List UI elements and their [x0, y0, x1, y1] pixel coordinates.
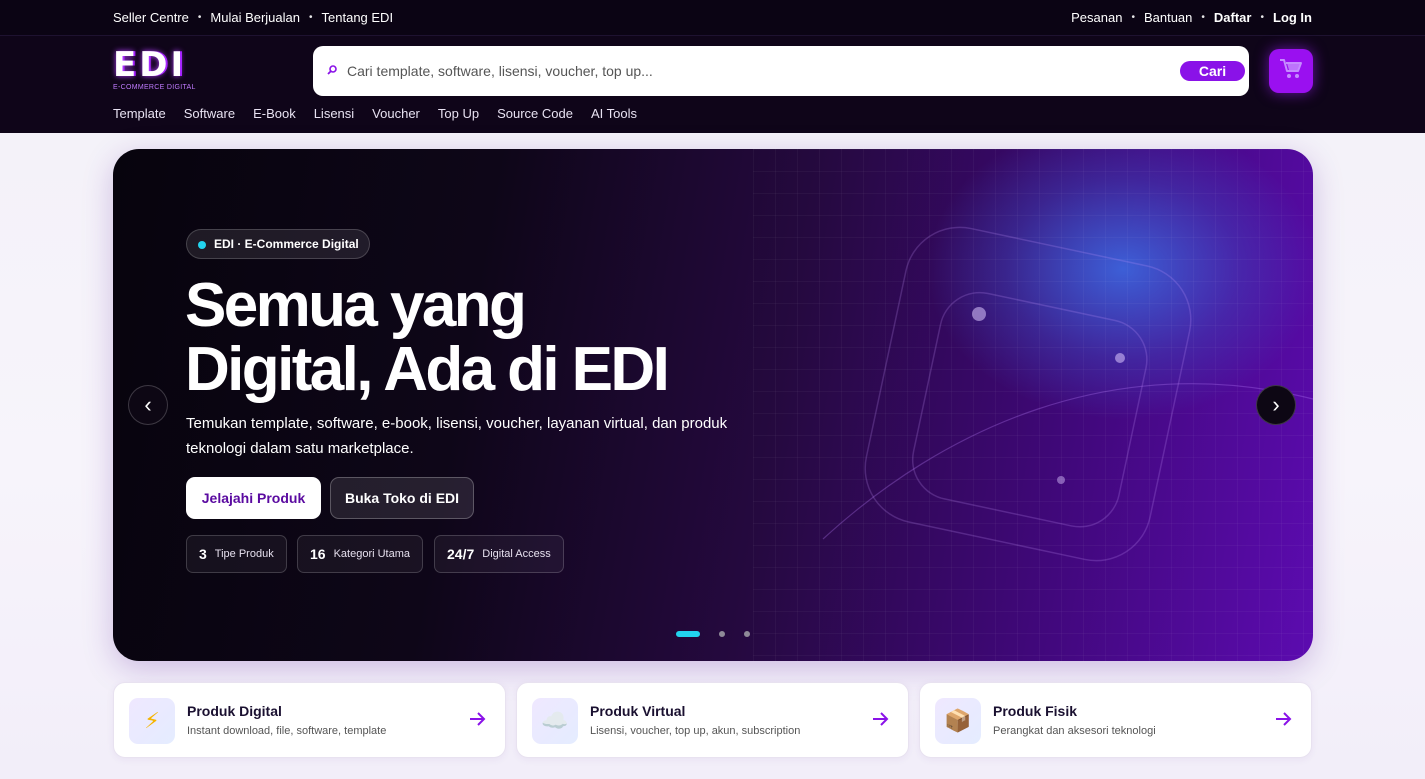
carousel-indicators: [676, 631, 769, 637]
stat-number: 16: [310, 546, 326, 562]
arrow-right-icon: [469, 709, 486, 732]
chevron-right-icon: ›: [1272, 392, 1280, 417]
search-icon: [327, 64, 339, 78]
tentang-edi-link[interactable]: Tentang EDI: [322, 10, 394, 25]
category-nav: Template Software E-Book Lisensi Voucher…: [113, 106, 655, 121]
edi-logo[interactable]: EDI E-COMMERCE DIGITAL: [113, 45, 196, 96]
nav-template[interactable]: Template: [113, 106, 166, 121]
stat-number: 24/7: [447, 546, 475, 562]
hero-badge: EDI · E-Commerce Digital: [186, 229, 370, 259]
seller-centre-link[interactable]: Seller Centre: [113, 10, 189, 25]
stat-digital-access: 24/7 Digital Access: [434, 535, 564, 573]
card-description: Instant download, file, software, templa…: [187, 725, 387, 737]
cart-icon: [1279, 58, 1303, 85]
hero-carousel: EDI · E-Commerce Digital Semua yang Digi…: [113, 149, 1313, 661]
cloud-icon: ☁️: [532, 698, 578, 744]
nav-lisensi[interactable]: Lisensi: [314, 106, 354, 121]
package-glyph: 📦: [944, 708, 972, 733]
card-description: Lisensi, voucher, top up, akun, subscrip…: [590, 725, 801, 737]
arrow-right-icon: [1275, 709, 1292, 732]
logo-text: EDI: [113, 45, 187, 85]
carousel-prev-button[interactable]: ‹: [128, 385, 168, 425]
mulai-berjualan-link[interactable]: Mulai Berjualan: [210, 10, 300, 25]
open-store-button[interactable]: Buka Toko di EDI: [330, 477, 474, 519]
nav-topup[interactable]: Top Up: [438, 106, 479, 121]
category-card-physical[interactable]: 📦 Produk Fisik Perangkat dan aksesori te…: [919, 682, 1312, 758]
package-icon: 📦: [935, 698, 981, 744]
badge-label: EDI · E-Commerce Digital: [214, 237, 359, 251]
hero-decoration: [822, 226, 1313, 562]
logo-tagline: E-COMMERCE DIGITAL: [113, 84, 196, 91]
search-bar: Cari: [313, 46, 1249, 96]
stat-label: Kategori Utama: [333, 548, 411, 560]
cloud-glyph: ☁️: [541, 708, 569, 733]
cart-button[interactable]: [1269, 49, 1313, 93]
search-input[interactable]: [347, 63, 1180, 79]
headline-line-2: Digital, Ada di EDI: [185, 335, 670, 404]
nav-software[interactable]: Software: [184, 106, 235, 121]
login-link[interactable]: Log In: [1273, 10, 1312, 25]
category-card-virtual[interactable]: ☁️ Produk Virtual Lisensi, voucher, top …: [516, 682, 909, 758]
lightning-icon: ⚡: [129, 698, 175, 744]
carousel-dot-2[interactable]: [719, 631, 725, 637]
separator: •: [197, 12, 202, 23]
nav-source-code[interactable]: Source Code: [497, 106, 573, 121]
separator: •: [1131, 12, 1135, 23]
card-title: Produk Fisik: [993, 703, 1078, 719]
nav-voucher[interactable]: Voucher: [372, 106, 420, 121]
pesanan-link[interactable]: Pesanan: [1071, 10, 1122, 25]
card-title: Produk Digital: [187, 703, 282, 719]
lightning-glyph: ⚡: [144, 708, 160, 733]
category-card-digital[interactable]: ⚡ Produk Digital Instant download, file,…: [113, 682, 506, 758]
headline-line-1: Semua yang: [185, 271, 527, 340]
topbar-left-links: Seller Centre • Mulai Berjualan • Tentan…: [113, 10, 393, 25]
stat-label: Digital Access: [482, 548, 551, 560]
stat-number: 3: [199, 546, 207, 562]
card-title: Produk Virtual: [590, 703, 686, 719]
badge-dot: [198, 241, 206, 249]
nav-ebook[interactable]: E-Book: [253, 106, 296, 121]
separator: •: [1260, 12, 1264, 23]
carousel-dot-3[interactable]: [744, 631, 750, 637]
hero-subtitle: Temukan template, software, e-book, lise…: [186, 415, 728, 457]
topbar-right-links: Pesanan • Bantuan • Daftar • Log In: [1071, 10, 1312, 25]
carousel-next-button[interactable]: ›: [1256, 385, 1296, 425]
explore-products-button[interactable]: Jelajahi Produk: [186, 477, 321, 519]
daftar-link[interactable]: Daftar: [1214, 10, 1252, 25]
nav-ai-tools[interactable]: AI Tools: [591, 106, 637, 121]
stat-main-categories: 16 Kategori Utama: [297, 535, 424, 573]
chevron-left-icon: ‹: [144, 392, 152, 417]
main-header: EDI E-COMMERCE DIGITAL Cari Template Sof…: [0, 36, 1425, 133]
arrow-right-icon: [872, 709, 889, 732]
bantuan-link[interactable]: Bantuan: [1144, 10, 1192, 25]
stat-label: Tipe Produk: [214, 548, 274, 560]
carousel-dot-1[interactable]: [676, 631, 700, 637]
top-utility-bar: Seller Centre • Mulai Berjualan • Tentan…: [0, 0, 1425, 36]
card-description: Perangkat dan aksesori teknologi: [993, 725, 1156, 737]
hero-headline: Semua yang Digital, Ada di EDI: [185, 274, 805, 402]
stat-product-types: 3 Tipe Produk: [186, 535, 287, 573]
separator: •: [1201, 12, 1205, 23]
separator: •: [309, 12, 313, 23]
search-button[interactable]: Cari: [1180, 61, 1245, 81]
